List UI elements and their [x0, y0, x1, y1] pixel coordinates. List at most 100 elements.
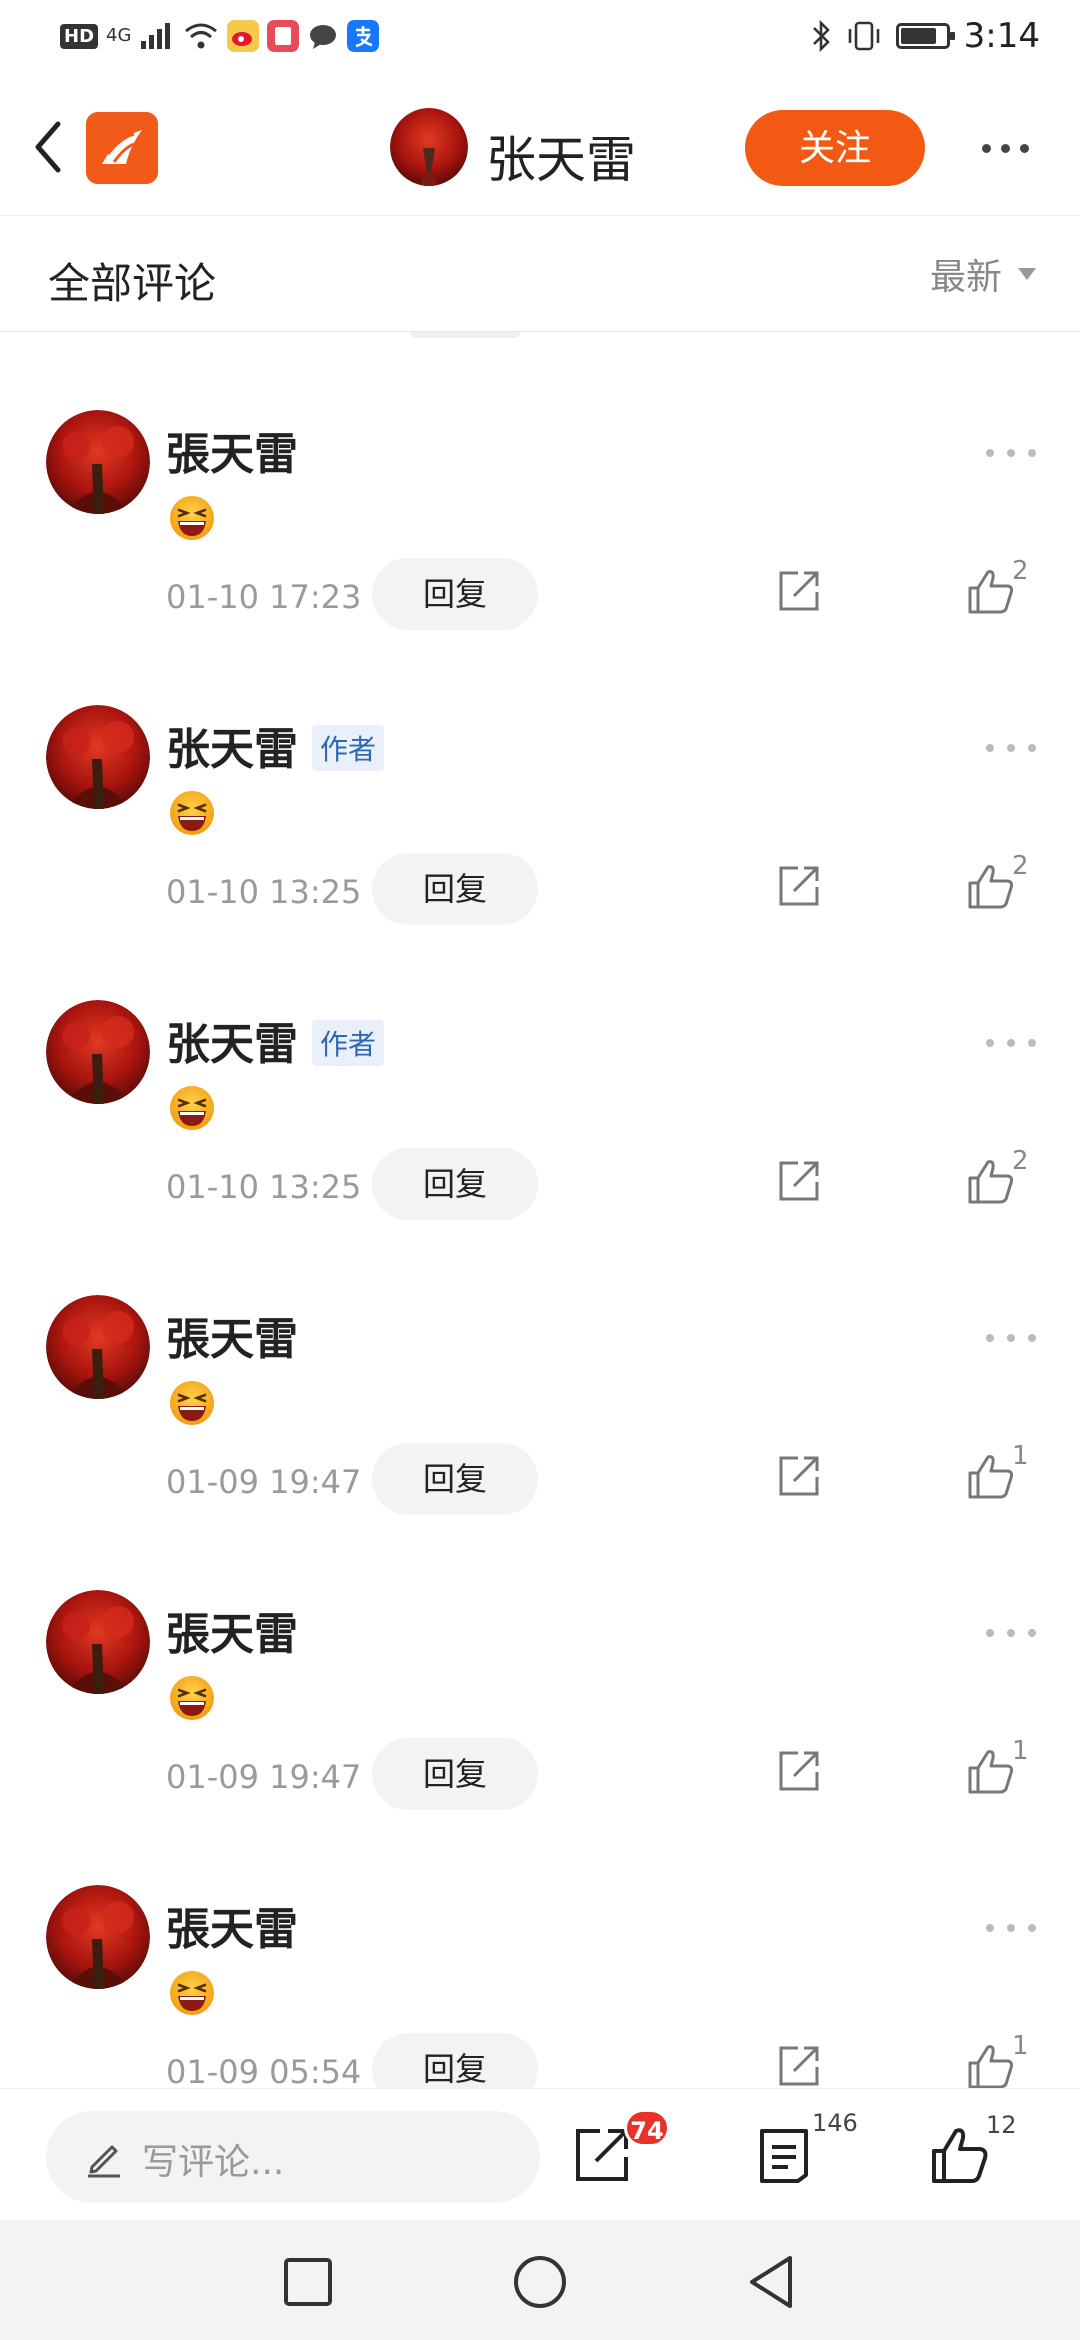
- author-avatar[interactable]: [390, 108, 468, 186]
- avatar[interactable]: [46, 1000, 150, 1104]
- dot: [986, 1334, 994, 1342]
- reply-button[interactable]: 回复: [372, 1148, 538, 1220]
- reply-button[interactable]: 回复: [372, 853, 538, 925]
- dot: [1007, 1334, 1015, 1342]
- dot: [1028, 1334, 1036, 1342]
- commenter-name[interactable]: 張天雷: [166, 418, 298, 482]
- follow-button[interactable]: 关注: [745, 110, 925, 186]
- commenter-name[interactable]: 张天雷: [166, 1008, 298, 1072]
- back-arrow-icon[interactable]: [24, 112, 74, 182]
- comment-more-icon[interactable]: [986, 1618, 1036, 1648]
- network-type: 4G: [106, 25, 132, 46]
- dot: [1028, 1629, 1036, 1637]
- commenter-name[interactable]: 張天雷: [166, 1893, 298, 1957]
- laughing-emoji-icon: [170, 791, 214, 835]
- app-logo-icon[interactable]: [86, 112, 158, 184]
- weibo-app-icon: [227, 20, 260, 52]
- author-name[interactable]: 张天雷: [486, 120, 636, 192]
- thumbs-up-icon[interactable]: [966, 1746, 1016, 1796]
- dot: [986, 1039, 994, 1047]
- comments-icon[interactable]: [754, 2125, 814, 2185]
- comment-item: 張天雷 01-09 19:47 回复 1: [0, 1520, 1080, 1815]
- status-left: HD 4G: [60, 20, 380, 52]
- avatar[interactable]: [46, 705, 150, 809]
- thumbs-up-icon[interactable]: [966, 1451, 1016, 1501]
- dot: [1028, 1039, 1036, 1047]
- comment-more-icon[interactable]: [986, 1913, 1036, 1943]
- like-count: 2: [1012, 1146, 1029, 1176]
- thumbs-up-icon[interactable]: [930, 2125, 990, 2185]
- comment-time: 01-10 13:25: [166, 1168, 362, 1206]
- commenter-name[interactable]: 張天雷: [166, 1598, 298, 1662]
- wifi-icon: [185, 23, 218, 49]
- share-icon[interactable]: [776, 1453, 822, 1499]
- share-icon[interactable]: [776, 863, 822, 909]
- dot: [1007, 449, 1015, 457]
- commenter-name[interactable]: 張天雷: [166, 1303, 298, 1367]
- comment-item: 张天雷 作者 01-10 13:25 回复 2: [0, 635, 1080, 930]
- notes-app-icon: [267, 20, 300, 52]
- comment-input[interactable]: 写评论...: [46, 2111, 540, 2203]
- dot: [981, 143, 991, 153]
- dot: [986, 1924, 994, 1932]
- reply-button[interactable]: 回复: [372, 558, 538, 630]
- home-icon[interactable]: [510, 2252, 570, 2312]
- dot: [1000, 143, 1010, 153]
- comment-item: 张天雷 作者 01-10 13:25 回复 2: [0, 930, 1080, 1225]
- share-icon[interactable]: [776, 1158, 822, 1204]
- comment-time: 01-09 19:47: [166, 1758, 362, 1796]
- caret-down-icon: [1018, 268, 1036, 280]
- avatar[interactable]: [46, 410, 150, 514]
- comment-more-icon[interactable]: [986, 1028, 1036, 1058]
- share-icon[interactable]: [776, 1748, 822, 1794]
- reply-button[interactable]: 回复: [372, 1443, 538, 1515]
- thumbs-up-icon[interactable]: [966, 861, 1016, 911]
- hd-badge: HD: [60, 23, 99, 49]
- scroll-indicator: [410, 332, 520, 338]
- like-count: 1: [1012, 1441, 1029, 1471]
- like-count: 12: [986, 2111, 1017, 2139]
- section-title: 全部评论: [48, 259, 217, 308]
- recent-apps-icon[interactable]: [278, 2252, 338, 2312]
- dot: [986, 1629, 994, 1637]
- comment-more-icon[interactable]: [986, 1323, 1036, 1353]
- commenter-name[interactable]: 张天雷: [166, 713, 298, 777]
- comment-list[interactable]: 張天雷 01-10 17:23 回复 2 张天雷 作者 01-10 13:25 …: [0, 340, 1080, 2088]
- reply-button[interactable]: 回复: [372, 2033, 538, 2088]
- share-icon[interactable]: [776, 568, 822, 614]
- status-right: 3:14: [810, 16, 1040, 56]
- back-icon[interactable]: [742, 2252, 802, 2312]
- comment-time: 01-09 19:47: [166, 1463, 362, 1501]
- dot: [1028, 1924, 1036, 1932]
- dot: [1007, 1629, 1015, 1637]
- laughing-emoji-icon: [170, 1676, 214, 1720]
- comment-more-icon[interactable]: [986, 733, 1036, 763]
- reply-button[interactable]: 回复: [372, 1738, 538, 1810]
- author-badge: 作者: [312, 1020, 385, 1066]
- thumbs-up-icon[interactable]: [966, 566, 1016, 616]
- like-count: 2: [1012, 556, 1029, 586]
- comment-item: 張天雷 01-09 05:54 回复 1: [0, 1815, 1080, 2088]
- dot: [1007, 1924, 1015, 1932]
- share-icon[interactable]: [776, 2043, 822, 2088]
- author-badge: 作者: [312, 725, 385, 771]
- comments-section-bar: 全部评论 最新: [0, 216, 1080, 332]
- more-options-icon[interactable]: [970, 118, 1040, 178]
- share-icon[interactable]: [572, 2125, 632, 2185]
- battery-icon: [895, 23, 955, 49]
- input-placeholder: 写评论...: [142, 2142, 285, 2183]
- avatar[interactable]: [46, 1295, 150, 1399]
- dot: [986, 744, 994, 752]
- system-navigation-bar: [0, 2220, 1080, 2340]
- laughing-emoji-icon: [170, 1971, 214, 2015]
- comment-more-icon[interactable]: [986, 438, 1036, 468]
- vibrate-icon: [848, 21, 879, 51]
- thumbs-up-icon[interactable]: [966, 1156, 1016, 1206]
- avatar[interactable]: [46, 1590, 150, 1694]
- clock: 3:14: [963, 16, 1040, 56]
- dot: [1007, 1039, 1015, 1047]
- sort-dropdown[interactable]: 最新: [930, 248, 1036, 300]
- avatar[interactable]: [46, 1885, 150, 1989]
- alipay-app-icon: [347, 20, 380, 52]
- thumbs-up-icon[interactable]: [966, 2041, 1016, 2088]
